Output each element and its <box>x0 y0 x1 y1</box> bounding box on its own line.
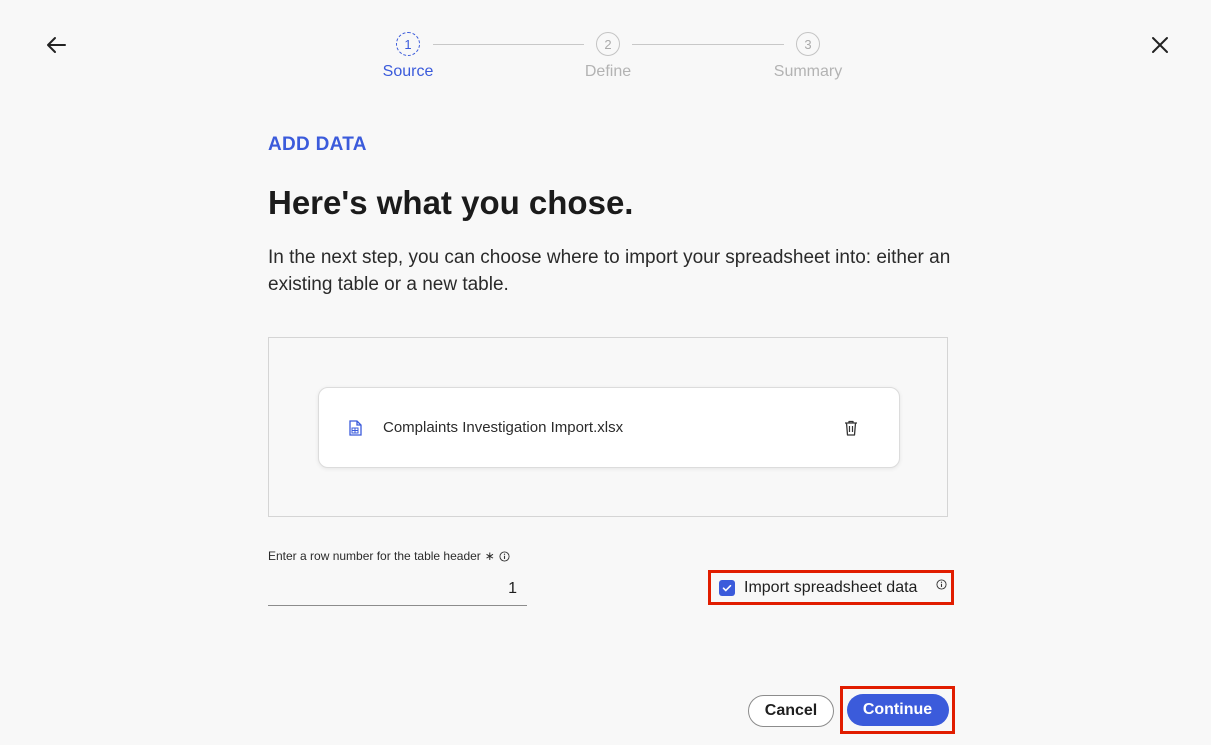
step-label: Summary <box>773 63 843 80</box>
cancel-button[interactable]: Cancel <box>748 695 834 727</box>
file-card: Complaints Investigation Import.xlsx <box>318 387 900 468</box>
stepper: 1 Source 2 Define 3 Summary <box>367 32 867 92</box>
import-checkbox[interactable] <box>719 579 735 596</box>
step-define[interactable]: 2 Define <box>566 32 650 81</box>
step-label: Define <box>584 63 632 80</box>
back-button[interactable] <box>40 29 72 61</box>
page-description: In the next step, you can choose where t… <box>268 247 951 295</box>
trash-icon <box>845 420 857 436</box>
file-name: Complaints Investigation Import.xlsx <box>383 419 624 436</box>
spreadsheet-file-icon <box>348 420 362 441</box>
close-icon <box>1152 37 1168 53</box>
file-dropzone[interactable]: Complaints Investigation Import.xlsx <box>268 337 948 517</box>
continue-button[interactable]: Continue <box>846 694 949 726</box>
step-label: Source <box>382 63 434 80</box>
section-eyebrow: ADD DATA <box>268 134 367 155</box>
import-label: Import spreadsheet data <box>744 578 918 596</box>
header-row-field: Enter a row number for the table header … <box>268 549 527 606</box>
required-mark: ∗ <box>484 549 495 563</box>
step-number: 1 <box>396 32 420 56</box>
check-icon <box>722 584 732 591</box>
step-number: 2 <box>596 32 620 56</box>
step-summary[interactable]: 3 Summary <box>766 32 850 81</box>
continue-highlight: Continue <box>840 686 955 734</box>
delete-file-button[interactable] <box>840 417 862 439</box>
step-number: 3 <box>796 32 820 56</box>
header-row-label-text: Enter a row number for the table header <box>268 549 481 563</box>
main-content: ADD DATA Here's what you chose. In the n… <box>268 134 958 298</box>
close-button[interactable] <box>1144 29 1176 61</box>
page-title: Here's what you chose. <box>268 184 634 221</box>
arrow-left-icon <box>47 37 66 53</box>
info-icon[interactable] <box>936 577 947 595</box>
header-row-label: Enter a row number for the table header … <box>268 549 527 563</box>
step-connector <box>433 44 584 45</box>
step-connector <box>632 44 784 45</box>
import-spreadsheet-option[interactable]: Import spreadsheet data <box>708 570 954 605</box>
step-source[interactable]: 1 Source <box>366 32 450 81</box>
header-row-input[interactable] <box>268 572 527 606</box>
info-icon[interactable] <box>499 550 510 562</box>
